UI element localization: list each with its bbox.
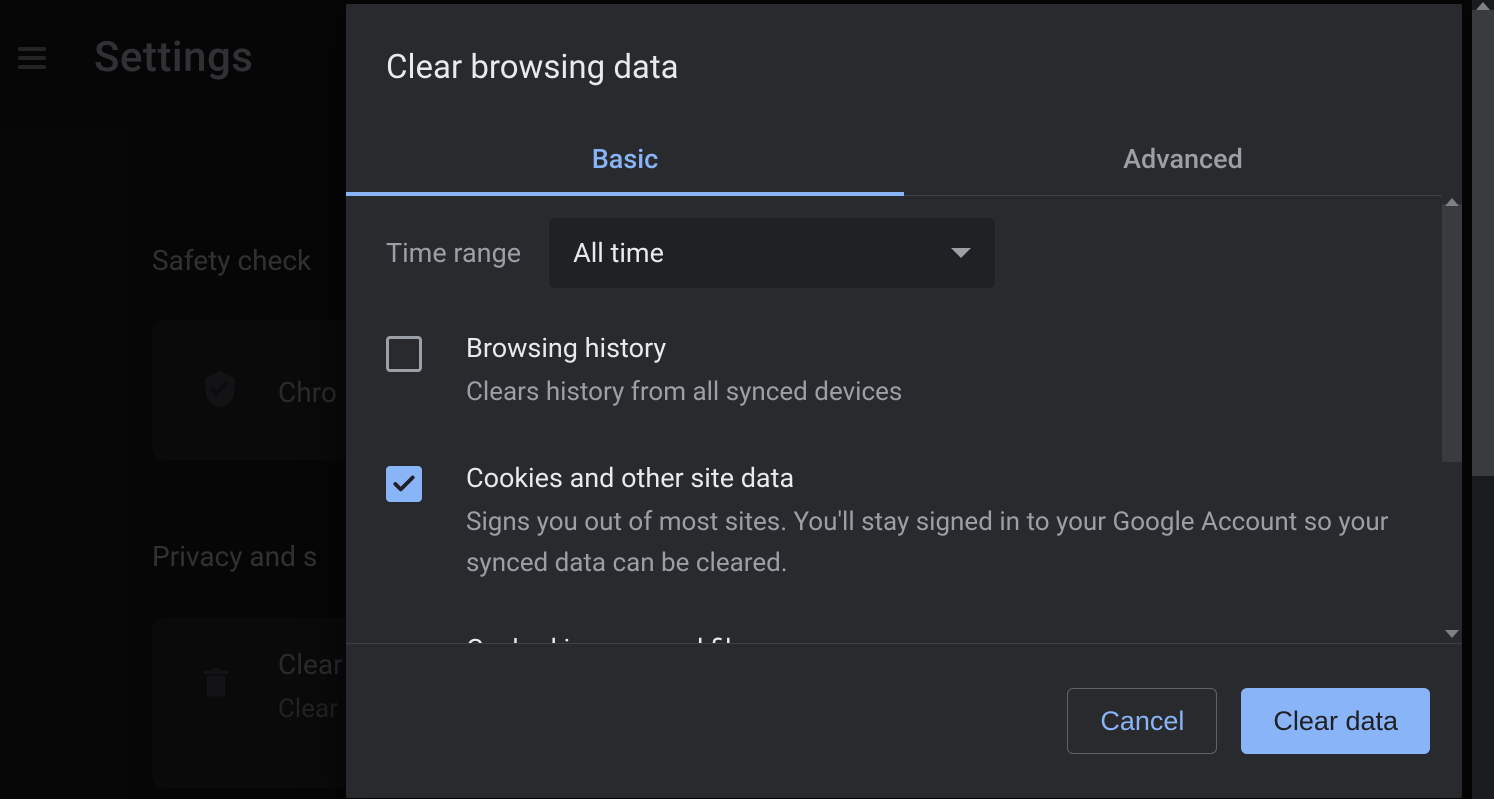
- option-desc: Clears history from all synced devices: [466, 372, 1410, 414]
- option-title: Browsing history: [466, 332, 1410, 364]
- dialog-tabs: Basic Advanced: [346, 121, 1462, 196]
- dialog-scrollbar[interactable]: [1442, 194, 1462, 642]
- clear-data-button[interactable]: Clear data: [1241, 688, 1430, 754]
- time-range-value: All time: [573, 237, 664, 269]
- dialog-title: Clear browsing data: [346, 4, 1462, 87]
- page-scrollbar[interactable]: [1472, 0, 1494, 799]
- option-cached[interactable]: Cached images and files: [386, 633, 1410, 643]
- option-cookies[interactable]: Cookies and other site data Signs you ou…: [386, 462, 1410, 585]
- clear-browsing-data-dialog: Clear browsing data Basic Advanced Time …: [346, 4, 1462, 798]
- checkbox-cookies[interactable]: [386, 466, 422, 502]
- time-range-select[interactable]: All time: [549, 218, 995, 288]
- scrollbar-thumb[interactable]: [1442, 204, 1462, 462]
- dialog-body: Time range All time Browsing history Cle…: [346, 194, 1450, 643]
- option-title: Cached images and files: [466, 633, 1410, 643]
- tab-basic[interactable]: Basic: [346, 121, 904, 195]
- scrollbar-thumb[interactable]: [1472, 10, 1494, 476]
- chevron-down-icon: [951, 248, 971, 258]
- dialog-footer: Cancel Clear data: [346, 643, 1462, 798]
- scroll-down-icon[interactable]: [1445, 630, 1459, 638]
- time-range-row: Time range All time: [386, 218, 1410, 288]
- option-desc: Signs you out of most sites. You'll stay…: [466, 502, 1410, 585]
- checkbox-browsing-history[interactable]: [386, 336, 422, 372]
- scroll-up-icon[interactable]: [1445, 198, 1459, 206]
- cancel-button[interactable]: Cancel: [1067, 688, 1217, 754]
- checkmark-icon: [391, 471, 417, 497]
- option-browsing-history[interactable]: Browsing history Clears history from all…: [386, 332, 1410, 414]
- tab-advanced[interactable]: Advanced: [904, 121, 1462, 195]
- time-range-label: Time range: [386, 237, 521, 269]
- option-title: Cookies and other site data: [466, 462, 1410, 494]
- scroll-up-icon[interactable]: [1476, 2, 1490, 10]
